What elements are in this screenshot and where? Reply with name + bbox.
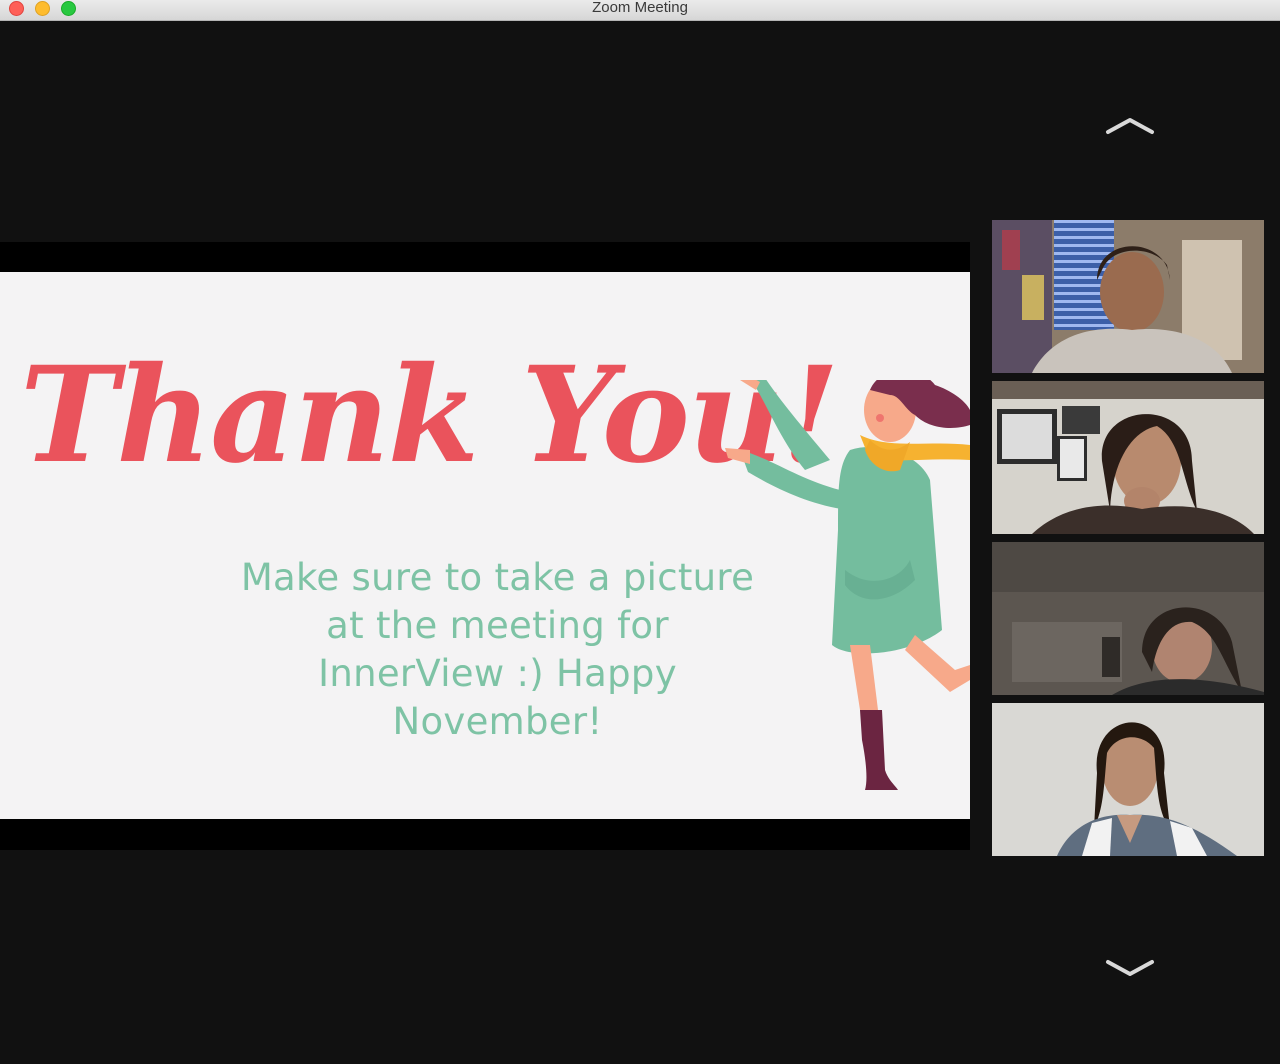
participant-video-tile[interactable] [992, 381, 1264, 534]
slide-title: Thank You! [20, 338, 840, 493]
window-title: Zoom Meeting [592, 0, 688, 16]
participant-video [992, 542, 1264, 695]
slide-body: Make sure to take a picture at the meeti… [200, 554, 795, 746]
presentation-slide: Thank You! Make sure to take a picture a… [0, 272, 970, 819]
slide-body-line: InnerView :) Happy [318, 652, 677, 695]
woman-illustration [725, 380, 970, 790]
participant-video [992, 381, 1264, 534]
scroll-down-chevron-icon[interactable] [1104, 956, 1156, 980]
participant-video [992, 220, 1264, 373]
slide-body-line: at the meeting for [326, 604, 669, 647]
participant-video-tile[interactable] [992, 220, 1264, 373]
slide-body-line: Make sure to take a picture [240, 556, 755, 599]
screen-share-area[interactable]: Thank You! Make sure to take a picture a… [0, 242, 970, 850]
slide-body-line: November! [392, 700, 603, 743]
participant-video-tile[interactable] [992, 703, 1264, 856]
participant-video-tile[interactable] [992, 542, 1264, 695]
window-titlebar[interactable]: Zoom Meeting [0, 0, 1280, 21]
scroll-up-chevron-icon[interactable] [1104, 114, 1156, 138]
participant-video [992, 703, 1264, 856]
